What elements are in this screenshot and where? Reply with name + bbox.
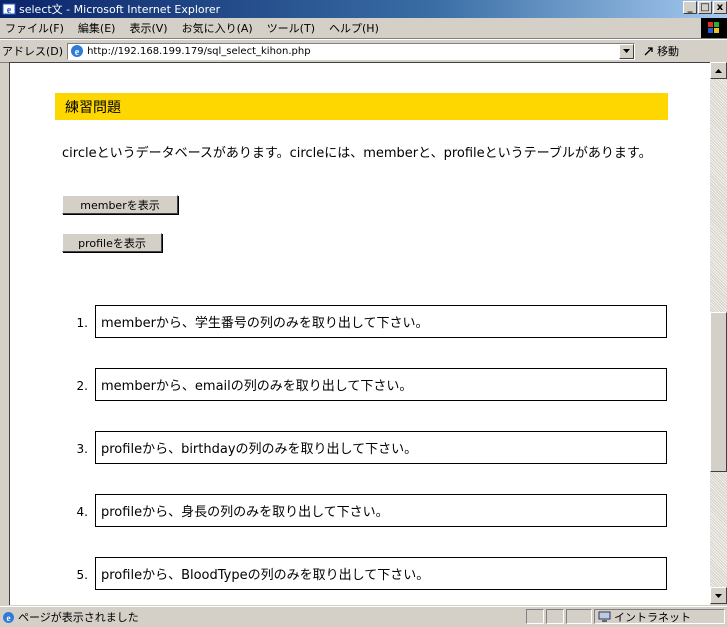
- question-box: memberから、学生番号の列のみを取り出して下さい。: [95, 305, 667, 338]
- zone-label: イントラネット: [614, 610, 691, 624]
- show-member-button[interactable]: memberを表示: [62, 195, 178, 214]
- status-pane: [566, 609, 592, 624]
- title-bar: e select文 - Microsoft Internet Explorer …: [0, 0, 727, 18]
- scroll-thumb[interactable]: [710, 312, 727, 472]
- menu-view[interactable]: 表示(V): [122, 20, 174, 36]
- page-viewport: 練習問題 circleというデータベースがあります。circleには、membe…: [9, 62, 710, 605]
- question-box: profileから、身長の列のみを取り出して下さい。: [95, 494, 667, 527]
- scroll-up-button[interactable]: [710, 62, 727, 79]
- page-icon: e: [70, 44, 84, 58]
- section-heading: 練習問題: [55, 93, 668, 120]
- svg-text:e: e: [7, 613, 11, 623]
- chevron-up-icon: [715, 68, 722, 73]
- question-number: 5.: [76, 568, 88, 582]
- go-button[interactable]: 移動: [643, 43, 679, 59]
- address-label: アドレス(D): [2, 45, 64, 58]
- menu-favorites[interactable]: お気に入り(A): [175, 20, 260, 36]
- page-done-icon: e: [3, 611, 14, 623]
- status-text: ページが表示されました: [18, 611, 139, 624]
- close-button[interactable]: x: [713, 1, 727, 14]
- maximize-button[interactable]: □: [698, 1, 712, 14]
- menu-file[interactable]: ファイル(F): [0, 20, 71, 36]
- svg-text:e: e: [75, 47, 80, 58]
- menu-edit[interactable]: 編集(E): [71, 20, 123, 36]
- scroll-down-button[interactable]: [710, 587, 727, 604]
- status-pane: [526, 609, 544, 624]
- vertical-scrollbar[interactable]: [710, 62, 727, 604]
- go-arrow-icon: [644, 47, 653, 56]
- svg-text:e: e: [7, 5, 12, 16]
- menu-help[interactable]: ヘルプ(H): [322, 20, 386, 36]
- address-dropdown-button[interactable]: [619, 43, 635, 59]
- question-number: 4.: [76, 505, 88, 519]
- question-number: 1.: [76, 316, 88, 330]
- question-box: profileから、BloodTypeの列のみを取り出して下さい。: [95, 557, 667, 590]
- window-title: select文 - Microsoft Internet Explorer: [19, 3, 221, 16]
- minimize-button[interactable]: _: [683, 1, 697, 14]
- question-box: memberから、emailの列のみを取り出して下さい。: [95, 368, 667, 401]
- status-bar: e ページが表示されました イントラネット: [0, 606, 727, 627]
- question-number: 2.: [76, 379, 88, 393]
- address-url: http://192.168.199.179/sql_select_kihon.…: [87, 45, 311, 57]
- address-input[interactable]: e http://192.168.199.179/sql_select_kiho…: [67, 42, 636, 60]
- status-message: e ページが表示されました: [0, 609, 139, 625]
- question-box: profileから、birthdayの列のみを取り出して下さい。: [95, 431, 667, 464]
- go-label: 移動: [657, 45, 680, 58]
- menu-bar: ファイル(F) 編集(E) 表示(V) お気に入り(A) ツール(T) ヘルプ(…: [0, 18, 727, 39]
- status-pane: [546, 609, 564, 624]
- ie-icon: e: [2, 2, 16, 16]
- intro-text: circleというデータベースがあります。circleには、memberと、pr…: [62, 146, 652, 161]
- intranet-icon: [598, 611, 611, 622]
- show-profile-button[interactable]: profileを表示: [62, 233, 162, 252]
- chevron-down-icon: [623, 49, 631, 53]
- menu-tools[interactable]: ツール(T): [260, 20, 322, 36]
- windows-logo-icon: [701, 18, 727, 38]
- chevron-down-icon: [715, 593, 722, 598]
- window-controls: _ □ x: [682, 1, 727, 14]
- address-bar: アドレス(D) e http://192.168.199.179/sql_sel…: [0, 39, 727, 63]
- security-zone: イントラネット: [594, 609, 725, 624]
- question-number: 3.: [76, 442, 88, 456]
